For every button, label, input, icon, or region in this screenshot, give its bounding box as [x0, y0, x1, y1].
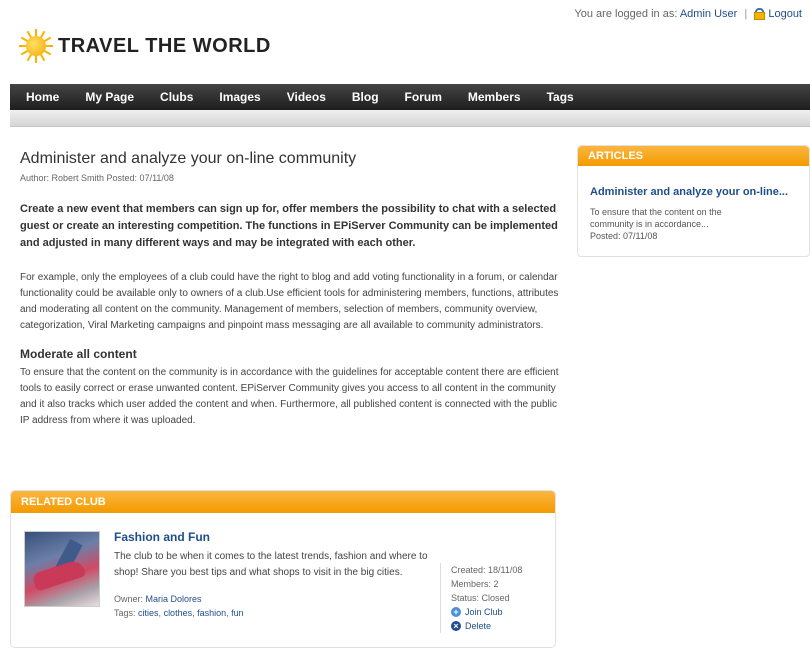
related-club-heading: RELATED CLUB [11, 491, 555, 513]
club-members: Members: 2 [451, 579, 499, 589]
nav-item-members[interactable]: Members [468, 90, 521, 104]
join-club-button[interactable]: + Join Club [451, 605, 550, 619]
club-stats: Created: 18/11/08 Members: 2 Status: Clo… [440, 563, 550, 633]
nav-item-videos[interactable]: Videos [287, 90, 326, 104]
club-info: Fashion and Fun The club to be when it c… [114, 528, 429, 620]
owner-label: Owner: [114, 594, 144, 604]
articles-box: ARTICLES Administer and analyze your on-… [577, 145, 810, 257]
nav-item-clubs[interactable]: Clubs [160, 90, 193, 104]
club-created: Created: 18/11/08 [451, 565, 523, 575]
nav-item-forum[interactable]: Forum [405, 90, 442, 104]
article-date: Posted: 07/11/08 [590, 231, 658, 241]
logout-link[interactable]: Logout [768, 8, 802, 20]
nav-item-images[interactable]: Images [219, 90, 260, 104]
plus-circle-icon: + [451, 607, 461, 617]
club-owner-line: Owner: Maria Dolores Tags: cities, cloth… [114, 594, 244, 618]
delete-club-button[interactable]: × Delete [451, 619, 550, 633]
user-status-bar: You are logged in as: Admin User | Logou… [574, 8, 802, 20]
join-club-label[interactable]: Join Club [465, 605, 503, 619]
nav-item-my-page[interactable]: My Page [85, 90, 134, 104]
tag-link[interactable]: fashion [197, 608, 226, 618]
delete-club-label[interactable]: Delete [465, 619, 491, 633]
article-main: Administer and analyze your on-line comm… [20, 150, 565, 429]
article-body: For example, only the employees of a clu… [20, 272, 559, 331]
section-heading: Moderate all content [20, 347, 137, 361]
main-nav: Home My Page Clubs Images Videos Blog Fo… [10, 84, 810, 110]
club-name-link[interactable]: Fashion and Fun [114, 530, 210, 544]
site-logo[interactable]: TRAVEL THE WORLD [18, 28, 271, 64]
club-status: Status: Closed [451, 593, 510, 603]
sub-nav-bar [10, 110, 810, 127]
separator: | [744, 8, 748, 20]
x-circle-icon: × [451, 621, 461, 631]
article-meta: Author: Robert Smith Posted: 07/11/08 [20, 173, 174, 183]
lock-icon [754, 8, 766, 20]
user-name-link[interactable]: Admin User [680, 8, 737, 20]
tag-link[interactable]: cities [138, 608, 159, 618]
owner-link[interactable]: Maria Dolores [146, 594, 202, 604]
article-link[interactable]: Administer and analyze your on-line... [590, 186, 788, 198]
tag-link[interactable]: fun [231, 608, 244, 618]
section-body: To ensure that the content on the commun… [20, 367, 559, 426]
nav-item-home[interactable]: Home [26, 90, 59, 104]
article-excerpt: To ensure that the content on the commun… [590, 207, 722, 229]
article-list-item: Administer and analyze your on-line... T… [578, 166, 809, 242]
tag-link[interactable]: clothes [164, 608, 193, 618]
nav-item-tags[interactable]: Tags [547, 90, 574, 104]
logged-in-label: You are logged in as: [574, 8, 678, 20]
sun-logo-icon [18, 28, 54, 64]
club-thumbnail[interactable] [24, 531, 100, 607]
logo-text: TRAVEL THE WORLD [58, 34, 271, 57]
page-title: Administer and analyze your on-line comm… [20, 150, 357, 167]
articles-heading: ARTICLES [578, 146, 809, 166]
club-description: The club to be when it comes to the late… [114, 551, 428, 578]
related-club-box: RELATED CLUB Fashion and Fun The club to… [10, 490, 556, 648]
tags-label: Tags: [114, 608, 136, 618]
nav-item-blog[interactable]: Blog [352, 90, 379, 104]
article-lead: Create a new event that members can sign… [20, 203, 558, 249]
